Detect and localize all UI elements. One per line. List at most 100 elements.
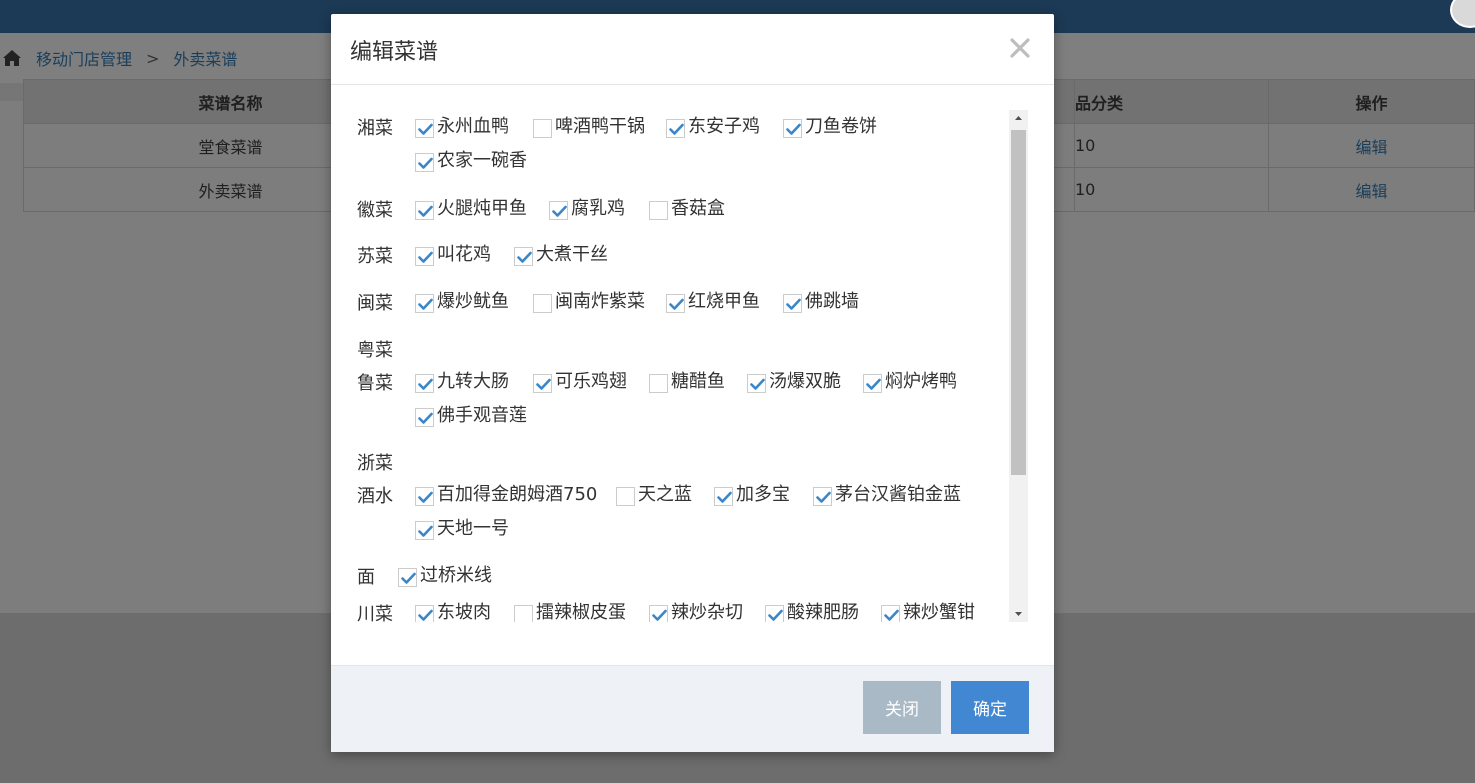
checkbox-checked-icon[interactable]: [415, 373, 434, 393]
table-cell-count: 10: [1074, 167, 1269, 212]
dish-checkbox[interactable]: 佛手观音莲: [415, 401, 527, 427]
dish-checkbox[interactable]: 红烧甲鱼: [666, 287, 760, 313]
dish-checkbox[interactable]: 辣炒杂切: [649, 598, 743, 622]
dish-label: 永州血鸭: [437, 116, 509, 137]
checkbox-checked-icon[interactable]: [666, 293, 685, 313]
dish-label: 爆炒鱿鱼: [437, 291, 509, 312]
checkbox-unchecked-icon[interactable]: [514, 604, 533, 622]
checkbox-checked-icon[interactable]: [415, 246, 434, 266]
dish-checkbox[interactable]: 糖醋鱼: [649, 367, 725, 393]
checkbox-unchecked-icon[interactable]: [533, 118, 552, 138]
dish-label: 红烧甲鱼: [688, 291, 760, 312]
dish-label: 闽南炸紫菜: [555, 291, 645, 312]
dish-checkbox[interactable]: 爆炒鱿鱼: [415, 287, 509, 313]
checkbox-unchecked-icon[interactable]: [533, 293, 552, 313]
dish-checkbox[interactable]: 可乐鸡翅: [533, 367, 627, 393]
dish-checkbox[interactable]: 九转大肠: [415, 367, 509, 393]
scrollbar-thumb[interactable]: [1011, 130, 1026, 475]
category-label: 鲁菜: [357, 373, 393, 394]
checkbox-checked-icon[interactable]: [415, 152, 434, 172]
checkbox-checked-icon[interactable]: [415, 407, 434, 427]
dish-label: 腐乳鸡: [571, 198, 625, 219]
dialog-body: 湘菜 永州血鸭 啤酒鸭干锅 东安子鸡 刀鱼卷饼农家一碗香徽菜 火腿炖甲鱼 腐乳鸡 香菇盒苏菜 叫…: [331, 110, 1031, 622]
checkbox-unchecked-icon[interactable]: [616, 486, 635, 506]
checkbox-checked-icon[interactable]: [863, 373, 882, 393]
dish-checkbox[interactable]: 东安子鸡: [666, 112, 760, 138]
category-label: 苏菜: [357, 246, 393, 267]
checkbox-checked-icon[interactable]: [514, 246, 533, 266]
checkbox-checked-icon[interactable]: [813, 486, 832, 506]
dish-label: 九转大肠: [437, 371, 509, 392]
edit-menu-dialog: 编辑菜谱 湘菜 永州血鸭 啤酒鸭干锅 东安子鸡 刀鱼卷饼 农家一碗香 徽菜 火腿炖甲鱼 腐乳鸡 香…: [331, 14, 1054, 752]
checkbox-checked-icon[interactable]: [415, 520, 434, 540]
category-label: 湘菜: [357, 118, 393, 139]
checkbox-checked-icon[interactable]: [666, 118, 685, 138]
checkbox-checked-icon[interactable]: [649, 604, 668, 622]
home-icon[interactable]: [2, 49, 22, 67]
edit-link[interactable]: 编辑: [1268, 167, 1475, 212]
checkbox-unchecked-icon[interactable]: [649, 373, 668, 393]
checkbox-checked-icon[interactable]: [415, 604, 434, 622]
dish-checkbox[interactable]: 东坡肉: [415, 598, 491, 622]
checkbox-checked-icon[interactable]: [765, 604, 784, 622]
dish-label: 可乐鸡翅: [555, 371, 627, 392]
dish-checkbox[interactable]: 火腿炖甲鱼: [415, 194, 527, 220]
checkbox-checked-icon[interactable]: [783, 118, 802, 138]
dish-checkbox[interactable]: 农家一碗香: [415, 146, 527, 172]
dish-checkbox[interactable]: 佛跳墙: [783, 287, 859, 313]
checkbox-checked-icon[interactable]: [415, 118, 434, 138]
scroll-up-arrow-icon[interactable]: [1009, 110, 1028, 126]
checkbox-checked-icon[interactable]: [398, 567, 417, 587]
dish-checkbox[interactable]: 辣炒蟹钳: [881, 598, 975, 622]
checkbox-unchecked-icon[interactable]: [649, 200, 668, 220]
dish-label: 火腿炖甲鱼: [437, 198, 527, 219]
scrollbar[interactable]: [1009, 110, 1028, 622]
checkbox-checked-icon[interactable]: [415, 200, 434, 220]
dish-label: 农家一碗香: [437, 150, 527, 171]
dish-checkbox[interactable]: 焖炉烤鸭: [863, 367, 957, 393]
breadcrumb-item-store[interactable]: 移动门店管理: [36, 46, 132, 70]
dish-checkbox[interactable]: 百加得金朗姆酒750: [415, 480, 597, 506]
dish-checkbox[interactable]: 叫花鸡: [415, 240, 491, 266]
dish-checkbox[interactable]: 香菇盒: [649, 194, 725, 220]
column-header-action: 操作: [1268, 79, 1475, 124]
dish-label: 百加得金朗姆酒750: [437, 484, 598, 505]
dish-checkbox[interactable]: 加多宝: [714, 480, 790, 506]
checkbox-checked-icon[interactable]: [881, 604, 900, 622]
confirm-button[interactable]: 确定: [951, 681, 1029, 734]
dish-checkbox[interactable]: 茅台汉酱铂金蓝: [813, 480, 961, 506]
close-icon[interactable]: [1008, 36, 1032, 60]
checkbox-checked-icon[interactable]: [549, 200, 568, 220]
dish-checkbox[interactable]: 啤酒鸭干锅: [533, 112, 645, 138]
scroll-down-arrow-icon[interactable]: [1009, 606, 1028, 622]
checkbox-checked-icon[interactable]: [415, 293, 434, 313]
dish-checkbox[interactable]: 汤爆双脆: [747, 367, 841, 393]
checkbox-checked-icon[interactable]: [533, 373, 552, 393]
category-label: 川菜: [357, 604, 393, 622]
dish-checkbox[interactable]: 过桥米线: [398, 561, 492, 587]
dish-checkbox[interactable]: 酸辣肥肠: [765, 598, 859, 622]
dish-label: 汤爆双脆: [769, 371, 841, 392]
breadcrumb-item-takeout[interactable]: 外卖菜谱: [173, 46, 237, 70]
dish-checkbox[interactable]: 擂辣椒皮蛋: [514, 598, 626, 622]
dish-checkbox[interactable]: 永州血鸭: [415, 112, 509, 138]
dish-checkbox[interactable]: 闽南炸紫菜: [533, 287, 645, 313]
edit-link[interactable]: 编辑: [1268, 123, 1475, 168]
checkbox-checked-icon[interactable]: [415, 486, 434, 506]
dish-label: 东坡肉: [437, 602, 491, 622]
dish-label: 糖醋鱼: [671, 371, 725, 392]
checkbox-checked-icon[interactable]: [714, 486, 733, 506]
dish-checkbox[interactable]: 天之蓝: [616, 480, 692, 506]
breadcrumb-separator: >: [146, 48, 160, 68]
avatar[interactable]: [1450, 0, 1475, 28]
dish-label: 啤酒鸭干锅: [555, 116, 645, 137]
checkbox-checked-icon[interactable]: [783, 293, 802, 313]
dish-checkbox[interactable]: 刀鱼卷饼: [783, 112, 877, 138]
dish-checkbox[interactable]: 天地一号: [415, 514, 509, 540]
dish-checkbox[interactable]: 腐乳鸡: [549, 194, 625, 220]
category-label: 徽菜: [357, 200, 393, 221]
close-button[interactable]: 关闭: [863, 681, 941, 734]
dish-checkbox[interactable]: 大煮干丝: [514, 240, 608, 266]
dish-label: 天地一号: [437, 518, 509, 539]
checkbox-checked-icon[interactable]: [747, 373, 766, 393]
